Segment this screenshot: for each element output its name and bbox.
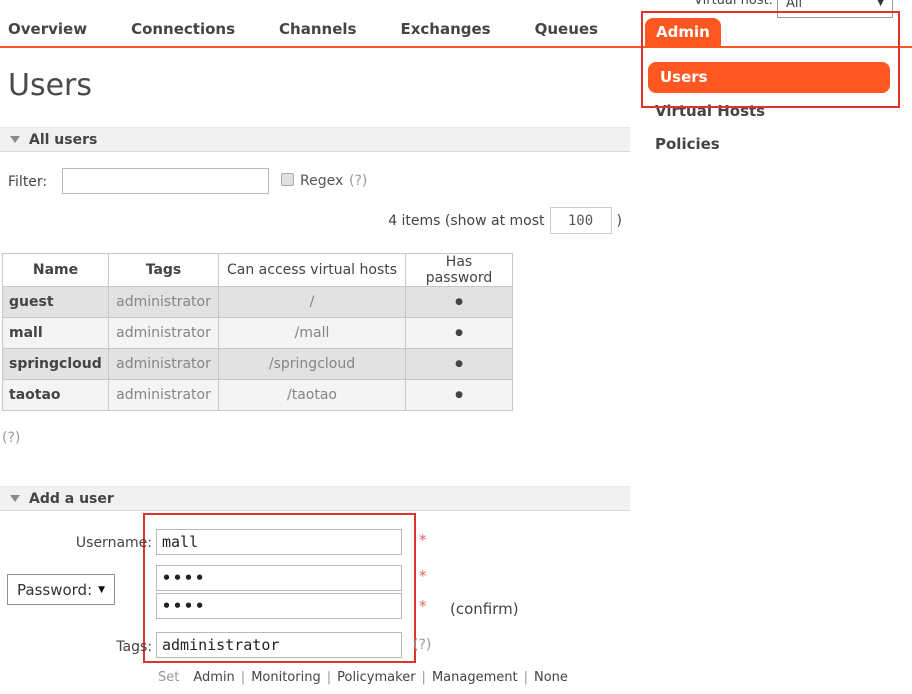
username-label: Username: (40, 535, 152, 551)
table-row: springcloudadministrator/springcloud● (3, 349, 513, 380)
table-row: guestadministrator/● (3, 287, 513, 318)
required-asterisk: * (419, 531, 427, 549)
has-password-cell: ● (406, 380, 513, 411)
section-all-users-title: All users (29, 132, 97, 148)
user-name-cell[interactable]: taotao (3, 380, 109, 411)
table-help-link[interactable]: (?) (2, 430, 20, 446)
virtual-host-value: All (786, 0, 802, 11)
tab-channels[interactable]: Channels (279, 20, 356, 38)
virtual-host-label: Virtual host: (694, 0, 773, 8)
user-tags-cell: administrator (109, 380, 219, 411)
username-input[interactable] (156, 529, 402, 555)
column-header-tags[interactable]: Tags (109, 254, 219, 287)
main-nav: Overview Connections Channels Exchanges Queu… (8, 20, 598, 38)
table-header-row: NameTagsCan access virtual hostsHas pass… (3, 254, 513, 287)
filter-label: Filter: (8, 174, 47, 190)
tag-link-none[interactable]: None (534, 670, 568, 685)
link-separator: | (327, 670, 331, 685)
tags-label: Tags: (40, 639, 152, 655)
tag-link-monitoring[interactable]: Monitoring (251, 670, 321, 685)
section-all-users[interactable]: All users (0, 127, 630, 152)
virtual-host-select[interactable]: All ▼ (777, 0, 893, 18)
collapse-triangle-icon (10, 136, 20, 143)
tags-input[interactable] (156, 632, 402, 658)
tag-link-management[interactable]: Management (432, 670, 518, 685)
user-name-cell[interactable]: mall (3, 318, 109, 349)
items-count-suffix: ) (617, 213, 622, 229)
tags-help-link[interactable]: (?) (413, 637, 431, 653)
page-title: Users (8, 68, 92, 103)
password-mode-label: Password: (17, 581, 92, 599)
column-header-name[interactable]: Name (3, 254, 109, 287)
has-password-cell: ● (406, 287, 513, 318)
sidebar-item-policies[interactable]: Policies (655, 135, 720, 153)
tab-queues[interactable]: Queues (535, 20, 598, 38)
sidebar-item-virtual-hosts[interactable]: Virtual Hosts (655, 102, 765, 120)
section-add-user[interactable]: Add a user (0, 486, 630, 511)
confirm-note: (confirm) (450, 600, 519, 618)
set-tags-row: Set Admin | Monitoring | Policymaker | Managem… (158, 670, 568, 685)
tag-link-policymaker[interactable]: Policymaker (337, 670, 415, 685)
link-separator: | (241, 670, 245, 685)
link-separator: | (422, 670, 426, 685)
user-tags-cell: administrator (109, 349, 219, 380)
filter-input[interactable] (62, 168, 269, 194)
user-vhosts-cell: /springcloud (219, 349, 406, 380)
dropdown-arrow-icon: ▼ (877, 0, 884, 8)
sidebar-item-users[interactable]: Users (648, 62, 890, 93)
user-vhosts-cell: /taotao (219, 380, 406, 411)
items-count-row: 4 items (show at most ) (0, 207, 622, 234)
section-add-user-title: Add a user (29, 491, 114, 507)
password-mode-select[interactable]: Password: ▼ (7, 574, 115, 605)
user-tags-cell: administrator (109, 318, 219, 349)
user-name-cell[interactable]: guest (3, 287, 109, 318)
table-row: taotaoadministrator/taotao● (3, 380, 513, 411)
regex-checkbox[interactable] (281, 173, 294, 186)
collapse-triangle-icon (10, 495, 20, 502)
tag-link-admin[interactable]: Admin (193, 670, 234, 685)
nav-underline (0, 46, 912, 48)
user-name-cell[interactable]: springcloud (3, 349, 109, 380)
users-table: NameTagsCan access virtual hostsHas pass… (2, 253, 513, 411)
required-asterisk: * (419, 567, 427, 585)
table-row: malladministrator/mall● (3, 318, 513, 349)
has-password-cell: ● (406, 349, 513, 380)
tag-links: Admin | Monitoring | Policymaker | Management |… (193, 670, 568, 685)
link-separator: | (524, 670, 528, 685)
set-label: Set (158, 670, 179, 685)
has-password-cell: ● (406, 318, 513, 349)
password-input[interactable] (156, 565, 402, 591)
user-tags-cell: administrator (109, 287, 219, 318)
rabbitmq-users-page: Virtual host: All ▼ Overview Connections C… (0, 0, 912, 694)
column-header-has-password[interactable]: Has password (406, 254, 513, 287)
tab-exchanges[interactable]: Exchanges (400, 20, 490, 38)
tab-connections[interactable]: Connections (131, 20, 235, 38)
user-vhosts-cell: / (219, 287, 406, 318)
column-header-can-access-virtual-hosts[interactable]: Can access virtual hosts (219, 254, 406, 287)
password-confirm-input[interactable] (156, 593, 402, 619)
dropdown-arrow-icon: ▼ (98, 585, 105, 595)
regex-label: Regex (300, 173, 343, 189)
tab-overview[interactable]: Overview (8, 20, 87, 38)
tab-admin[interactable]: Admin (645, 18, 721, 46)
show-at-most-input[interactable] (550, 207, 612, 234)
required-asterisk: * (419, 597, 427, 615)
user-vhosts-cell: /mall (219, 318, 406, 349)
regex-help-link[interactable]: (?) (349, 173, 367, 189)
items-count-text: 4 items (show at most (388, 213, 544, 229)
